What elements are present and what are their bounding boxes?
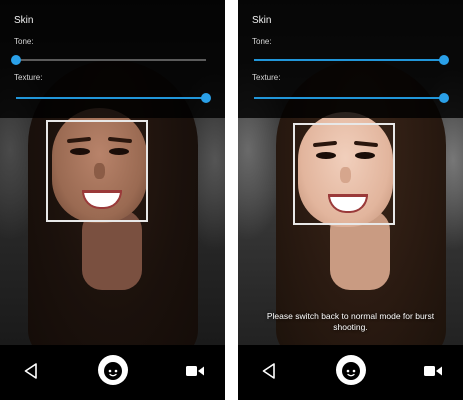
face-detection-box [293,123,395,225]
texture-slider-fill [254,97,444,99]
skin-settings-panel: Skin Tone: Texture: [238,0,463,118]
tone-label: Tone: [252,37,272,46]
texture-slider[interactable] [254,93,449,103]
face-detection-box [46,120,148,222]
phone-screen-right: Please switch back to normal mode for bu… [238,0,463,400]
tone-slider[interactable] [11,55,206,65]
burst-shooting-toast: Please switch back to normal mode for bu… [266,311,435,332]
texture-label: Texture: [14,73,43,82]
beauty-face-icon [104,362,122,380]
beauty-face-icon [342,362,360,380]
tone-slider[interactable] [254,55,449,65]
texture-slider[interactable] [16,93,211,103]
tone-label: Tone: [14,37,34,46]
tone-slider-thumb[interactable] [11,55,21,65]
skin-settings-panel: Skin Tone: Texture: [0,0,225,118]
tone-slider-rail [16,59,206,61]
tone-slider-thumb[interactable] [439,55,449,65]
video-camera-icon[interactable] [424,365,442,377]
back-icon[interactable] [262,363,276,379]
texture-label: Texture: [252,73,281,82]
back-icon[interactable] [24,363,38,379]
video-camera-icon[interactable] [186,365,204,377]
shutter-button[interactable] [336,355,366,385]
phone-screen-left: Skin Tone: Texture: [0,0,225,400]
bottom-navigation-bar [0,345,225,400]
tone-slider-fill [254,59,444,61]
texture-slider-thumb[interactable] [201,93,211,103]
settings-title: Skin [252,15,272,26]
bottom-navigation-bar [238,345,463,400]
texture-slider-thumb[interactable] [439,93,449,103]
settings-title: Skin [14,15,34,26]
shutter-button[interactable] [98,355,128,385]
texture-slider-fill [16,97,206,99]
